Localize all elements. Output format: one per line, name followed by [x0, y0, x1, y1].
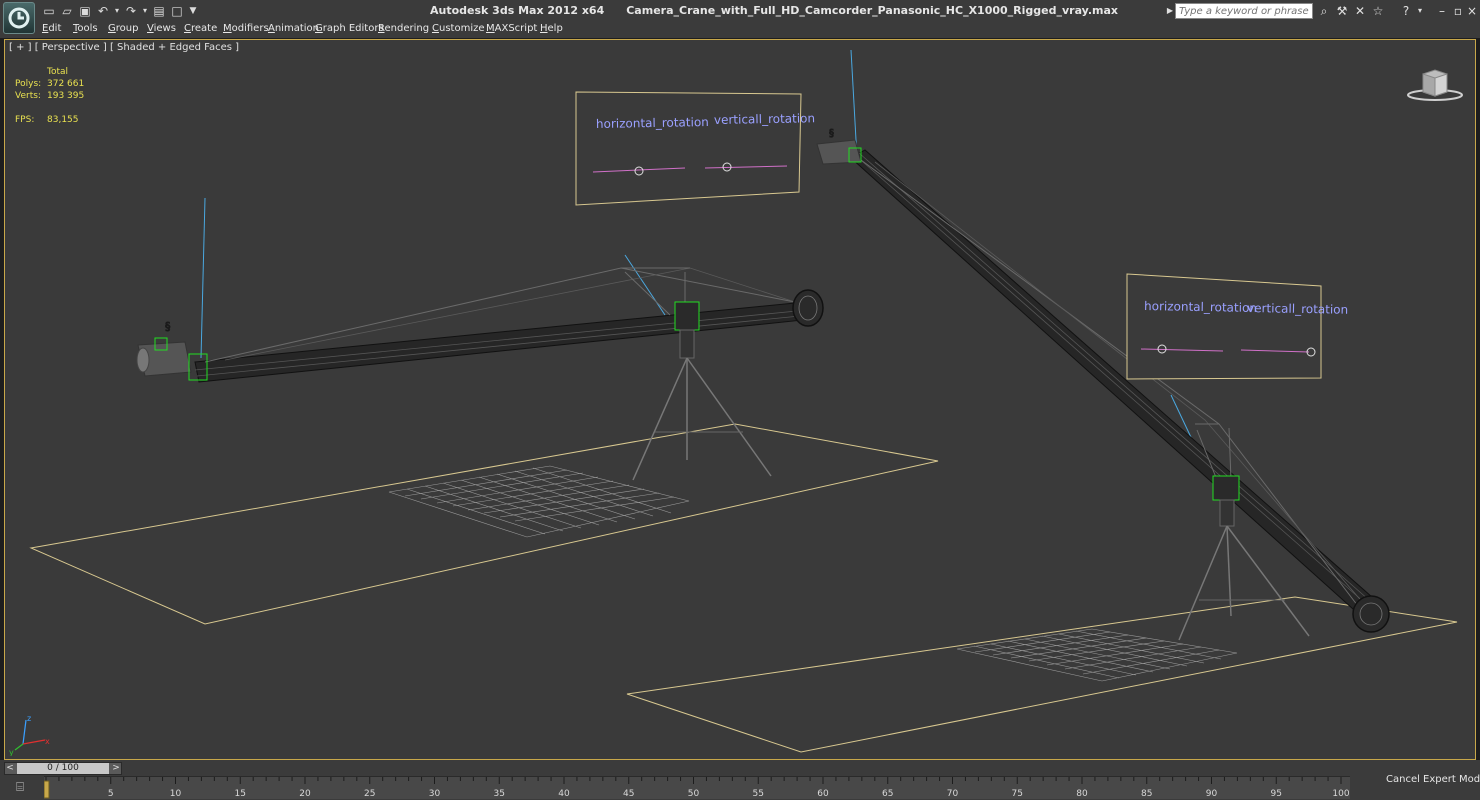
file-title: Camera_Crane_with_Full_HD_Camcorder_Pana…	[626, 4, 1118, 17]
controller-panel-2: horizontal_rotation verticall_rotation	[1126, 273, 1348, 380]
ground-plane-right	[626, 596, 1458, 753]
window-title: Autodesk 3ds Max 2012 x64 Camera_Crane_wi…	[430, 4, 1140, 17]
menu-help[interactable]: Help	[540, 23, 563, 34]
menu-edit[interactable]: Edit	[42, 23, 61, 34]
menu-maxscript[interactable]: MAXScript	[486, 23, 537, 34]
stats-fps-value: 83,155	[47, 115, 79, 125]
axis-z-label: z	[27, 714, 31, 723]
axis-y-label: y	[9, 748, 14, 756]
svg-text:§: §	[829, 128, 834, 139]
time-slider-marker[interactable]	[44, 780, 50, 799]
panel-2-vertical-label: verticall_rotation	[1247, 301, 1348, 317]
controller-panel-1: horizontal_rotation verticall_rotation	[575, 91, 815, 206]
panel-1-vertical-label: verticall_rotation	[714, 111, 815, 127]
app-title: Autodesk 3ds Max 2012 x64	[430, 4, 605, 17]
subscription-tools-icon[interactable]: ⚒	[1334, 4, 1350, 18]
ground-plane-left	[29, 423, 939, 625]
track-bar-tick-label: 95	[1271, 789, 1282, 799]
timeline-bar: < 0 / 100 > ⌸ 5 10 15 20 25 30 35 40 45 50 55 60 65 7…	[0, 760, 1480, 800]
track-bar-minor-ticks	[45, 777, 1342, 784]
track-bar-tick-label: 35	[494, 789, 505, 799]
mini-curve-editor-icon[interactable]: ⌸	[10, 780, 30, 796]
time-slider-next-button[interactable]: >	[111, 763, 121, 774]
stats-total-label: Total	[47, 67, 69, 77]
track-bar-tick-label: 75	[1012, 789, 1023, 799]
panel-2-horizontal-label: horizontal_rotation	[1144, 299, 1257, 315]
track-bar[interactable]: 5 10 15 20 25 30 35 40 45 50 55 60 65 70 75 80 85 90 95 100	[44, 776, 1350, 799]
help-dropdown-icon[interactable]: ▾	[1412, 4, 1428, 18]
menu-modifiers[interactable]: Modifiers	[223, 23, 269, 34]
cancel-expert-mode-button[interactable]: Cancel Expert Mode	[1386, 774, 1480, 785]
save-file-icon[interactable]: ▣	[78, 4, 92, 18]
undo-dropdown-icon[interactable]: ▾	[110, 4, 124, 18]
crane-left: §	[136, 197, 824, 481]
redo-dropdown-icon[interactable]: ▾	[138, 4, 152, 18]
track-bar-tick-label: 15	[235, 789, 246, 799]
track-bar-tick-label: 55	[753, 789, 764, 799]
open-file-icon[interactable]: ▱	[60, 4, 74, 18]
favorites-star-icon[interactable]: ☆	[1370, 4, 1386, 18]
customize-quick-access-icon[interactable]: ▼	[186, 4, 200, 18]
track-bar-tick-label: 20	[299, 789, 311, 799]
track-bar-tick-label: 30	[429, 789, 441, 799]
track-bar-tick-label: 90	[1206, 789, 1218, 799]
track-bar-tick-label: 100	[1332, 789, 1349, 799]
search-input[interactable]	[1175, 3, 1313, 19]
track-bar-major-ticks: 5 10 15 20 25 30 35 40 45 50 55 60 65 70 75 80 85 90 95 100	[108, 789, 1350, 799]
binoculars-icon[interactable]: ⌕	[1316, 4, 1332, 18]
stats-polys-value: 372 661	[47, 79, 85, 89]
stats-verts-value: 193 395	[47, 91, 85, 101]
close-icon[interactable]: ×	[1464, 4, 1480, 18]
project-folder-icon[interactable]: ▤	[152, 4, 166, 18]
time-slider-prev-button[interactable]: <	[5, 763, 15, 774]
track-bar-tick-label: 65	[882, 789, 893, 799]
title-bar: ▭ ▱ ▣ ↶ ▾ ↷ ▾ ▤ □ ▼ Autodesk 3ds Max 201…	[0, 0, 1480, 34]
track-bar-tick-label: 80	[1076, 789, 1088, 799]
time-slider-frame[interactable]: 0 / 100	[17, 763, 109, 774]
track-bar-tick-label: 5	[108, 789, 114, 799]
redo-icon[interactable]: ↷	[124, 4, 138, 18]
track-bar-ruler[interactable]: 5 10 15 20 25 30 35 40 45 50 55 60 65 70 75 80 85 90 95 100	[44, 777, 1350, 799]
app-logo-icon	[8, 7, 30, 29]
menu-bar: Edit Tools Group Views Create Modifiers …	[0, 22, 1480, 38]
menu-create[interactable]: Create	[184, 23, 217, 34]
track-bar-tick-label: 70	[947, 789, 959, 799]
grid-right	[956, 628, 1238, 682]
track-bar-tick-label: 50	[688, 789, 700, 799]
track-bar-tick-label: 85	[1141, 789, 1152, 799]
axis-x-label: x	[45, 737, 50, 746]
perspective-viewport[interactable]: § § horizontal_rotation verticall_rotati…	[4, 39, 1476, 760]
axis-tripod-icon: z x y	[9, 714, 50, 756]
stats-verts-label: Verts:	[15, 91, 41, 101]
app-menu-button[interactable]	[3, 2, 35, 34]
panel-1-horizontal-label: horizontal_rotation	[596, 115, 709, 131]
track-bar-tick-label: 60	[817, 789, 829, 799]
window-icon[interactable]: □	[170, 4, 184, 18]
menu-rendering[interactable]: Rendering	[378, 23, 429, 34]
new-file-icon[interactable]: ▭	[42, 4, 56, 18]
svg-text:§: §	[165, 320, 171, 333]
track-bar-tick-label: 10	[170, 789, 182, 799]
track-bar-tick-label: 25	[364, 789, 375, 799]
menu-tools[interactable]: Tools	[73, 23, 98, 34]
menu-group[interactable]: Group	[108, 23, 138, 34]
menu-customize[interactable]: Customize	[432, 23, 485, 34]
menu-graph-editors[interactable]: Graph Editors	[315, 23, 384, 34]
viewcube-icon[interactable]	[1405, 66, 1465, 104]
time-slider[interactable]: < 0 / 100 >	[4, 762, 122, 775]
communication-center-icon[interactable]: ✕	[1352, 4, 1368, 18]
stats-fps-label: FPS:	[15, 115, 35, 125]
stats-polys-label: Polys:	[15, 79, 42, 89]
scene-canvas[interactable]: § § horizontal_rotation verticall_rotati…	[5, 40, 1476, 760]
minimize-icon[interactable]: –	[1434, 4, 1450, 18]
menu-views[interactable]: Views	[147, 23, 176, 34]
track-bar-tick-label: 45	[623, 789, 634, 799]
menu-animation[interactable]: Animation	[268, 23, 319, 34]
track-bar-tick-label: 40	[558, 789, 570, 799]
viewport-label[interactable]: [ + ] [ Perspective ] [ Shaded + Edged F…	[9, 42, 239, 53]
undo-icon[interactable]: ↶	[96, 4, 110, 18]
